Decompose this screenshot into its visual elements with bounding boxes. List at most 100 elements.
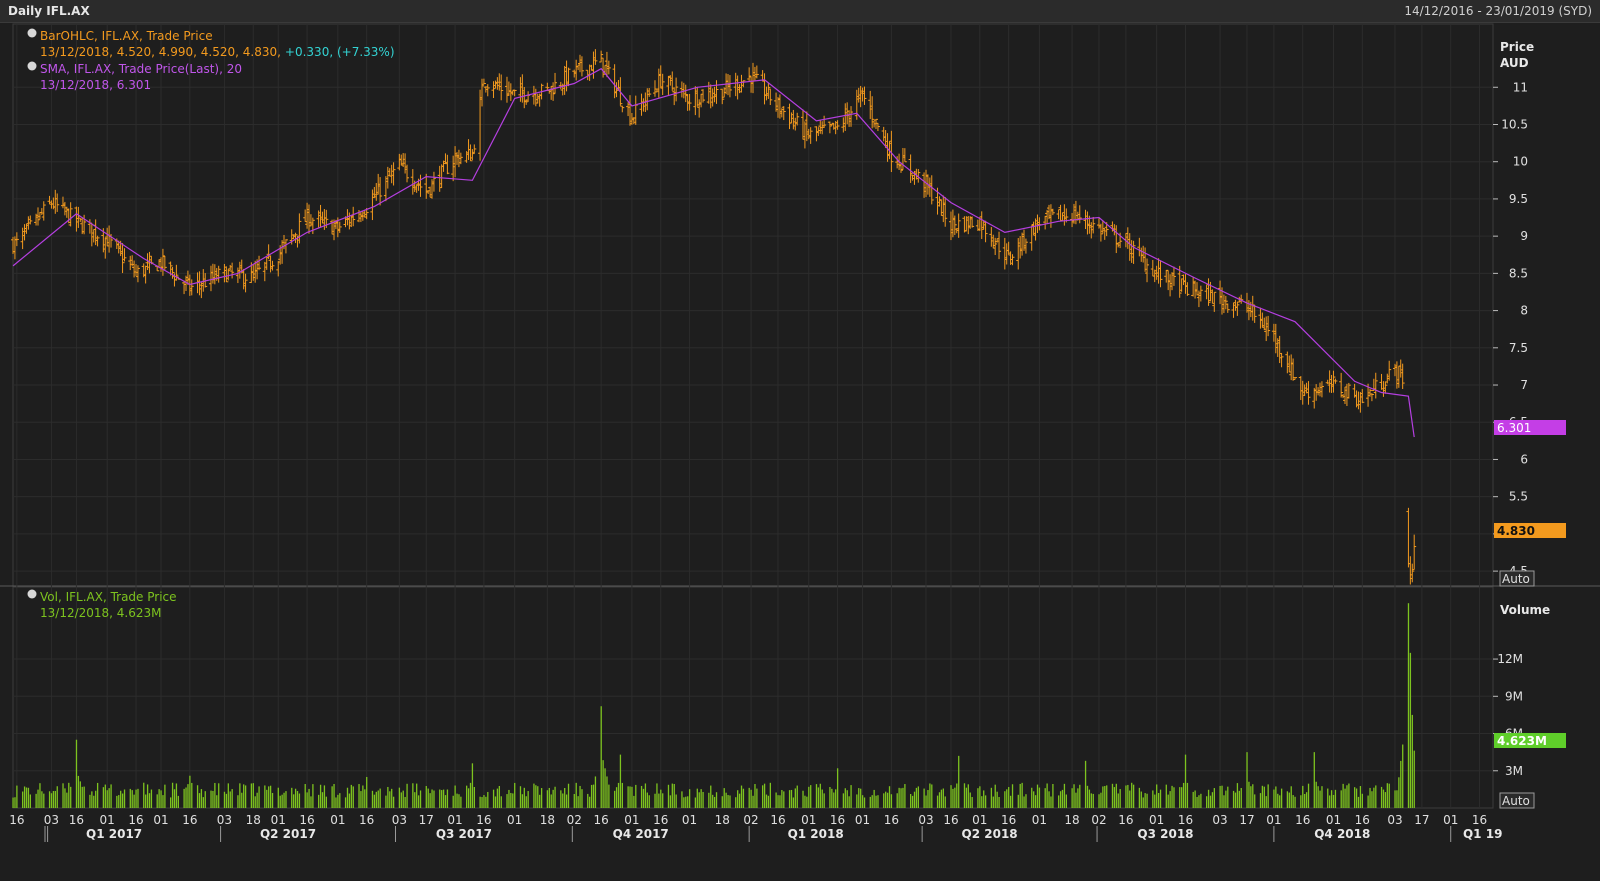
date-tick-label: 16 [69, 813, 84, 827]
volume-bar [727, 795, 729, 808]
volume-bar [214, 782, 216, 808]
volume-bar [1031, 787, 1033, 808]
date-tick-label: 01 [972, 813, 987, 827]
volume-auto-button[interactable]: Auto [1499, 792, 1535, 809]
volume-bar [615, 787, 618, 808]
volume-bar [1348, 783, 1350, 808]
volume-bar [1315, 781, 1317, 808]
volume-bar [1394, 790, 1396, 808]
volume-bar [237, 795, 239, 808]
volume-bar [29, 794, 31, 808]
volume-bar [264, 785, 266, 808]
volume-bar [910, 794, 912, 808]
volume-bar [52, 791, 55, 808]
volume-bar [590, 784, 593, 808]
volume-bar [471, 763, 474, 808]
volume-bar [120, 790, 122, 808]
volume-bar [835, 789, 837, 808]
volume-bar [977, 788, 979, 808]
volume-bar [1061, 789, 1064, 808]
volume-bar [442, 789, 445, 808]
volume-bar [170, 797, 172, 808]
volume-bar [858, 788, 860, 808]
volume-bar [740, 785, 743, 808]
volume-bar [537, 786, 539, 808]
volume-bar [564, 788, 566, 808]
volume-bar [177, 795, 179, 808]
volume-bar [12, 797, 14, 808]
sma-collapse-icon[interactable] [27, 61, 37, 71]
volume-bar [77, 775, 80, 808]
volume-bar [1375, 785, 1377, 808]
volume-bar [1246, 752, 1248, 808]
volume-bar [318, 794, 320, 808]
price-volume-chart[interactable]: 1110.5109.598.587.576.565.554.512M9M6M3M… [0, 0, 1600, 881]
volume-bar [861, 795, 864, 808]
price-legend-values: 13/12/2018, 4.520, 4.990, 4.520, 4.830, +… [40, 45, 395, 59]
volume-bar [869, 796, 871, 808]
sma-legend-value: 13/12/2018, 6.301 [40, 78, 151, 92]
volume-bar [1330, 790, 1333, 808]
chart-window: Daily IFL.AX 14/12/2016 - 23/01/2019 (SY… [0, 0, 1600, 881]
price-badge-text: 4.830 [1497, 524, 1535, 538]
volume-bar [1329, 795, 1331, 808]
volume-bar [775, 792, 777, 808]
date-tick-label: 01 [153, 813, 168, 827]
volume-bar [1380, 786, 1383, 808]
volume-bar [406, 783, 408, 808]
volume-bar [1165, 784, 1167, 808]
volume-bar [871, 795, 873, 808]
volume-collapse-icon[interactable] [27, 589, 37, 599]
volume-bar [1009, 795, 1012, 808]
volume-bar [863, 797, 866, 808]
volume-bar [1075, 792, 1077, 808]
date-tick-label: 03 [918, 813, 933, 827]
volume-bar [1152, 790, 1154, 808]
volume-bar [589, 796, 591, 808]
volume-bar [229, 791, 231, 808]
volume-bar [54, 790, 56, 808]
volume-bar [844, 788, 846, 808]
volume-bar [725, 792, 727, 808]
volume-bar [1254, 794, 1256, 808]
volume-bar [414, 792, 416, 808]
volume-bar [1227, 786, 1229, 808]
volume-bar [1344, 788, 1346, 808]
price-auto-button[interactable]: Auto [1499, 570, 1535, 587]
volume-bar [252, 783, 254, 808]
volume-bar [212, 790, 214, 808]
volume-bar [196, 785, 199, 808]
date-tick-label: 16 [594, 813, 609, 827]
volume-bar [581, 789, 583, 808]
volume-bar [1106, 785, 1108, 808]
volume-bar [22, 791, 24, 808]
legend-collapse-icon[interactable] [27, 28, 37, 38]
volume-bar [823, 793, 825, 808]
date-tick-label: 01 [1149, 813, 1164, 827]
date-tick-label: 03 [392, 813, 407, 827]
volume-bar [600, 706, 602, 808]
date-tick-label: 17 [1239, 813, 1254, 827]
volume-bar [1248, 781, 1250, 808]
sma-badge-text: 6.301 [1497, 421, 1531, 435]
volume-bar [1367, 795, 1369, 808]
volume-bar [1058, 795, 1060, 808]
volume-bar [998, 796, 1000, 808]
volume-bar [108, 788, 110, 808]
volume-bar [27, 787, 30, 808]
volume-bar [836, 768, 839, 808]
volume-bar [735, 797, 737, 808]
volume-bar [304, 784, 306, 808]
volume-bar [325, 796, 327, 808]
date-tick-label: 01 [271, 813, 286, 827]
volume-bar [175, 783, 178, 808]
volume-bar [1077, 788, 1079, 808]
date-tick-label: 01 [447, 813, 462, 827]
volume-bar [831, 788, 833, 808]
volume-bar [121, 793, 124, 808]
volume-bar [629, 786, 631, 808]
sma-value-badge: 6.301 [1494, 420, 1566, 435]
volume-bar [1184, 754, 1187, 808]
volume-bar [1196, 796, 1198, 808]
volume-bar [202, 797, 204, 808]
